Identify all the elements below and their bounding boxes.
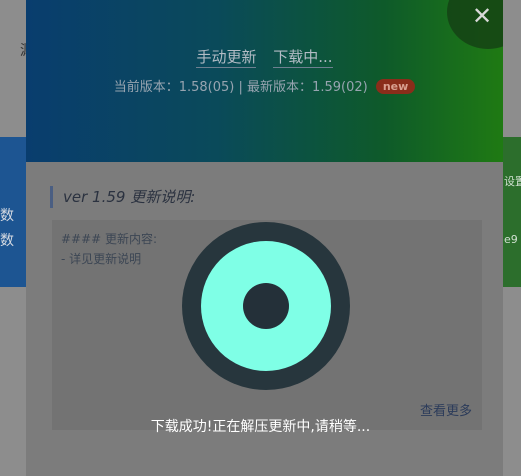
- latest-version-label: 最新版本：: [247, 80, 313, 95]
- background-right-text-1: 设置: [504, 175, 521, 188]
- loading-status-text: 下载成功!正在解压更新中,请稍等...: [150, 419, 371, 435]
- release-notes-title: ver 1.59 更新说明:: [50, 186, 195, 208]
- new-badge: new: [375, 79, 416, 94]
- background-right-text-2: e9: [504, 233, 518, 246]
- version-info: 当前版本：1.58(05) | 最新版本：1.59(02) new: [26, 76, 503, 95]
- release-notes-line: #### 更新内容:: [61, 232, 158, 246]
- version-separator: |: [238, 80, 243, 95]
- latest-version-value: 1.59(02): [312, 80, 368, 95]
- dialog-header: ✕ 手动更新 下载中... 当前版本：1.58(05) | 最新版本：1.59(…: [26, 0, 503, 162]
- loading-spinner-icon: [182, 222, 350, 390]
- manual-update-link[interactable]: 手动更新: [196, 48, 257, 68]
- current-version-value: 1.58(05): [178, 80, 235, 95]
- loading-spinner-center: [243, 283, 289, 329]
- background-left-char-2: 数: [0, 233, 14, 249]
- release-notes-line: - 详见更新说明: [61, 252, 142, 266]
- downloading-link[interactable]: 下载中...: [273, 48, 333, 68]
- loading-spinner-ring: [201, 241, 331, 371]
- close-icon[interactable]: ✕: [472, 2, 492, 30]
- update-actions: 手动更新 下载中...: [26, 46, 503, 68]
- background-band-right: [503, 137, 521, 287]
- background-left-char-1: 数: [0, 208, 14, 224]
- current-version-label: 当前版本：: [113, 80, 179, 95]
